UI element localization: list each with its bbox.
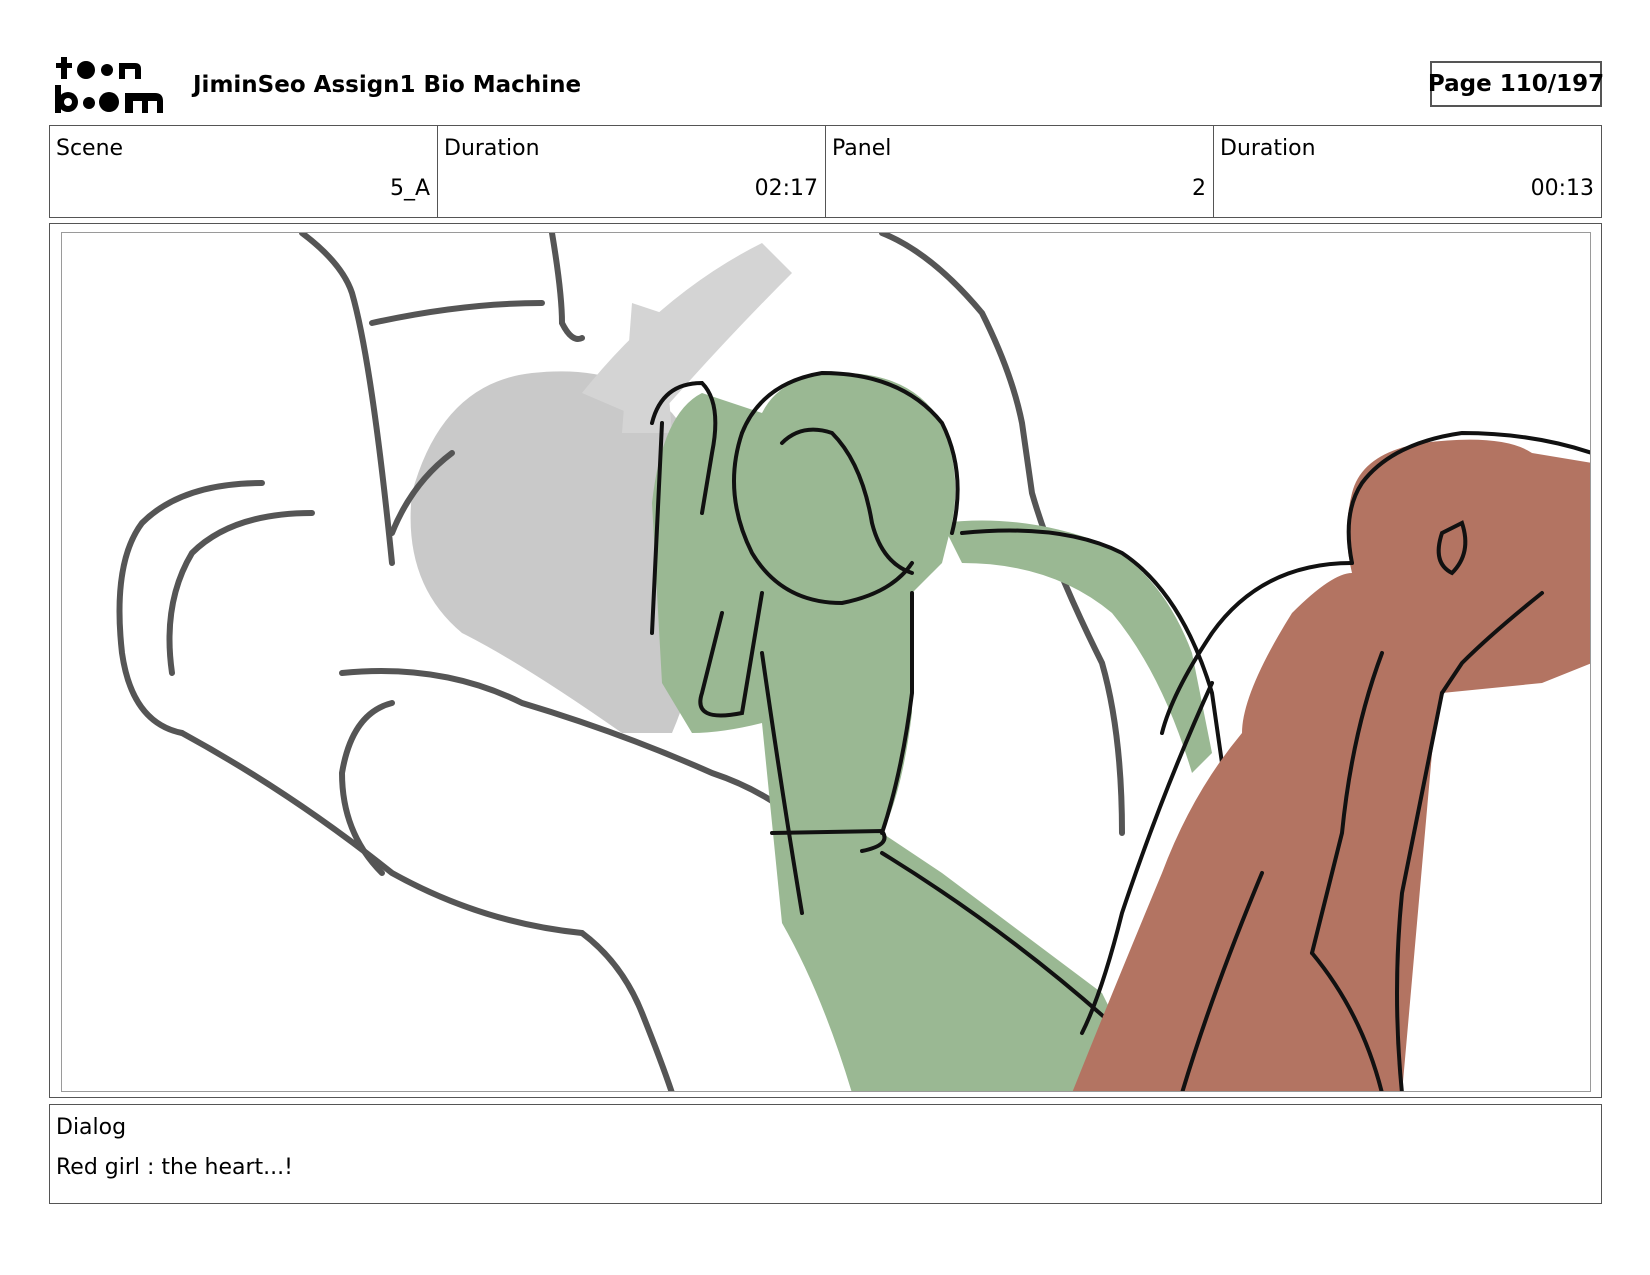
info-table: Scene 5_A Duration 02:17 Panel 2 Duratio… [49, 125, 1602, 218]
dialog-box: Dialog Red girl : the heart...! [49, 1104, 1602, 1204]
panel-label: Panel [832, 136, 892, 161]
scene-duration-value: 02:17 [754, 176, 818, 201]
panel-duration-value: 00:13 [1530, 176, 1594, 201]
panel-value: 2 [1192, 176, 1206, 201]
storyboard-sketch [116, 233, 1590, 1091]
panel-cell: Panel 2 [826, 126, 1214, 217]
scene-duration-label: Duration [444, 136, 540, 161]
dialog-label: Dialog [56, 1115, 127, 1140]
scene-value: 5_A [389, 176, 430, 201]
dialog-text: Red girl : the heart...! [56, 1155, 293, 1180]
scene-duration-cell: Duration 02:17 [438, 126, 826, 217]
scene-label: Scene [56, 136, 124, 161]
panel-duration-label: Duration [1220, 136, 1316, 161]
scene-cell: Scene 5_A [50, 126, 438, 217]
panel-image [61, 232, 1591, 1092]
panel-duration-cell: Duration 00:13 [1214, 126, 1601, 217]
toonboom-logo [53, 55, 173, 115]
project-title: JiminSeo Assign1 Bio Machine [193, 72, 582, 98]
page-number: Page 110/197 [1428, 61, 1604, 107]
